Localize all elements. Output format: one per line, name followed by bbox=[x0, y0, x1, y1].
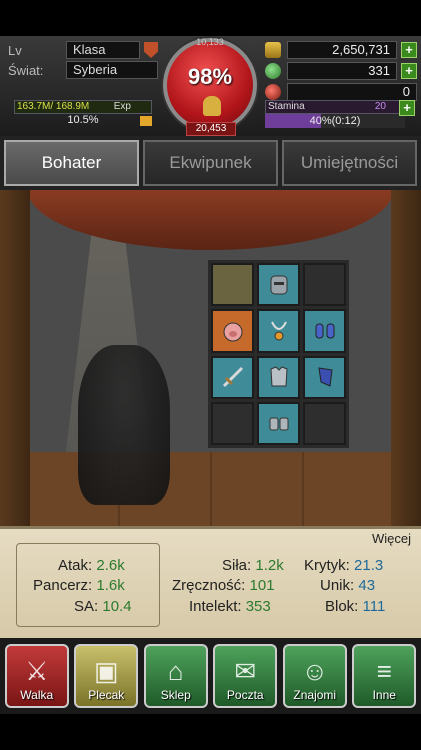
health-value: 20,453 bbox=[186, 122, 236, 136]
world-row: Świat: Syberia bbox=[8, 60, 158, 80]
gems-value: 331 bbox=[287, 62, 397, 80]
add-gems-button[interactable]: + bbox=[401, 63, 417, 79]
nav-backpack-button[interactable]: ▣ Plecak bbox=[74, 644, 139, 708]
tab-bar: Bohater Ekwipunek Umiejętności bbox=[0, 136, 421, 190]
world-label: Świat: bbox=[8, 62, 44, 78]
exp-label: Exp bbox=[113, 101, 131, 112]
right-pillar bbox=[391, 190, 421, 526]
nav-shop-button[interactable]: ⌂ Sklep bbox=[143, 644, 208, 708]
stat-attack: Atak: 2.6k bbox=[58, 557, 125, 574]
more-link[interactable]: Więcej bbox=[372, 531, 411, 546]
slot-amulet[interactable] bbox=[257, 309, 300, 353]
tab-hero[interactable]: Bohater bbox=[4, 140, 139, 186]
nav-fight-button[interactable]: ⚔ Walka bbox=[4, 644, 69, 708]
health-orb[interactable]: 98% bbox=[163, 38, 257, 132]
slot-helmet[interactable] bbox=[257, 263, 300, 307]
potions-value: 0 bbox=[287, 83, 417, 101]
stat-dodge: Unik: 43 bbox=[320, 577, 376, 594]
sword-icon bbox=[222, 367, 243, 388]
hero-stage bbox=[0, 190, 421, 526]
class-row: Lv Klasa bbox=[8, 40, 158, 60]
stat-sa: SA: 10.4 bbox=[74, 598, 132, 615]
backpack-icon: ▣ bbox=[93, 656, 119, 686]
add-stamina-button[interactable]: + bbox=[399, 100, 415, 116]
bottom-nav: ⚔ Walka ▣ Plecak ⌂ Sklep ✉ Poczta ☺ Znaj… bbox=[0, 638, 421, 714]
slot-empty[interactable] bbox=[303, 401, 346, 445]
stamina-value: 40%(0:12) bbox=[265, 114, 405, 128]
basket-icon: ⌂ bbox=[167, 656, 184, 686]
slot-armor[interactable] bbox=[257, 355, 300, 399]
stat-critical: Krytyk: 21.3 bbox=[304, 557, 384, 574]
slot-boots[interactable] bbox=[257, 401, 300, 445]
boots-icon bbox=[269, 417, 288, 431]
crossed-swords-icon: ⚔ bbox=[25, 656, 49, 686]
health-percent: 98% bbox=[187, 64, 233, 89]
stamina-label: Stamina bbox=[268, 101, 305, 112]
top-hud: Lv Klasa Świat: Syberia 10,133 98% 20,45… bbox=[0, 36, 421, 136]
stat-intellect: Intelekt: 353 bbox=[189, 598, 271, 615]
coins-icon bbox=[265, 42, 281, 58]
stat-dexterity: Zręczność: 101 bbox=[172, 577, 275, 594]
helmet-icon bbox=[203, 96, 221, 116]
player-info: Lv Klasa Świat: Syberia bbox=[8, 40, 158, 80]
world-value: Syberia bbox=[66, 61, 158, 79]
nav-mail-button[interactable]: ✉ Poczta bbox=[213, 644, 278, 708]
system-nav-bar bbox=[0, 714, 421, 750]
cape-icon bbox=[317, 367, 333, 387]
class-shield-icon bbox=[144, 42, 158, 58]
potion-icon bbox=[265, 84, 281, 100]
left-pillar bbox=[0, 190, 30, 526]
gold-row: 2,650,731 + bbox=[265, 40, 417, 60]
tab-equipment[interactable]: Ekwipunek bbox=[143, 140, 278, 186]
nav-other-button[interactable]: ≡ Inne bbox=[352, 644, 417, 708]
stat-block: Blok: 111 bbox=[325, 598, 386, 615]
potions-row: 0 bbox=[265, 82, 417, 102]
menu-icon: ≡ bbox=[376, 656, 392, 686]
exp-badge-icon bbox=[140, 116, 152, 126]
exp-percent: 10.5% bbox=[67, 114, 99, 126]
level-label: Lv bbox=[8, 42, 22, 58]
armor-icon bbox=[269, 366, 288, 387]
helmet-item-icon bbox=[270, 275, 287, 295]
orb-top-value: 10,133 bbox=[196, 37, 224, 47]
gold-value: 2,650,731 bbox=[287, 41, 397, 59]
stat-strength: Siła: 1.2k bbox=[222, 557, 284, 574]
stamina-bar: Stamina 20 40%(0:12) bbox=[265, 100, 405, 130]
slot-empty[interactable] bbox=[303, 263, 346, 307]
experience-bar: 163.7M/ 168.9M Exp 10.5% bbox=[14, 100, 152, 130]
slot-shield[interactable] bbox=[303, 355, 346, 399]
hero-avatar[interactable] bbox=[78, 345, 170, 505]
slot-weapon[interactable] bbox=[211, 355, 254, 399]
envelope-icon: ✉ bbox=[234, 656, 257, 686]
gloves-icon bbox=[315, 323, 334, 339]
friends-icon: ☺ bbox=[301, 656, 329, 686]
slot-gloves[interactable] bbox=[303, 309, 346, 353]
slot-empty[interactable] bbox=[211, 263, 254, 307]
resources: 2,650,731 + 331 + 0 bbox=[265, 40, 417, 103]
class-label: Klasa bbox=[66, 41, 140, 59]
slot-empty[interactable] bbox=[211, 401, 254, 445]
stats-panel: Więcej Atak: 2.6k Pancerz: 1.6k SA: 10.4… bbox=[0, 526, 421, 638]
nav-friends-button[interactable]: ☺ Znajomi bbox=[282, 644, 347, 708]
pig-icon bbox=[223, 322, 242, 342]
gems-row: 331 + bbox=[265, 61, 417, 81]
equipment-grid bbox=[208, 260, 349, 448]
slot-pet[interactable] bbox=[211, 309, 254, 353]
add-gold-button[interactable]: + bbox=[401, 42, 417, 58]
amulet-icon bbox=[270, 321, 287, 341]
exp-numbers: 163.7M/ 168.9M bbox=[17, 101, 90, 112]
gem-icon bbox=[265, 63, 281, 79]
tab-skills[interactable]: Umiejętności bbox=[282, 140, 417, 186]
stat-armor: Pancerz: 1.6k bbox=[33, 577, 125, 594]
